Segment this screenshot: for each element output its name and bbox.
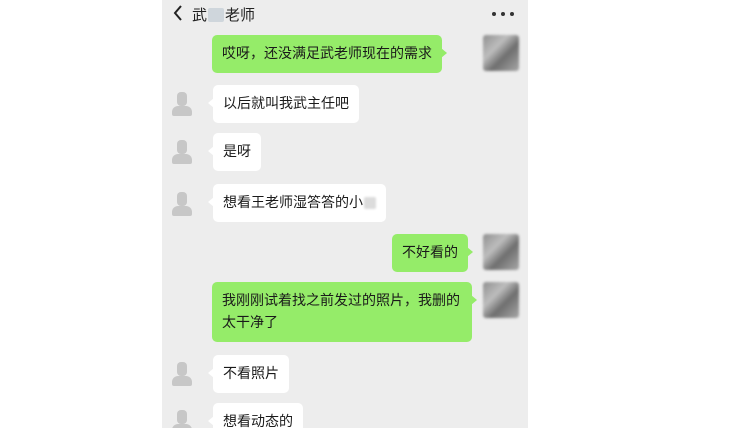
page: 武 老师 哎呀，还没满足武老师现在的需求 以后就叫我武主任吧 是呀 想看王老师湿…: [0, 0, 742, 428]
message-bubble-received[interactable]: 不看照片: [208, 355, 289, 393]
message-row: 哎呀，还没满足武老师现在的需求: [162, 32, 528, 76]
blurred-text: [364, 197, 376, 209]
my-avatar[interactable]: [483, 234, 519, 270]
message-row: 以后就叫我武主任吧: [162, 84, 528, 124]
more-options-button[interactable]: [492, 6, 514, 22]
contact-avatar[interactable]: [170, 360, 194, 390]
chevron-left-icon: [173, 5, 182, 21]
message-bubble-sent[interactable]: 我刚刚试着找之前发过的照片，我删的太干净了: [212, 282, 477, 342]
chat-title-prefix: 武: [192, 6, 208, 24]
message-bubble-received[interactable]: 想看动态的: [208, 403, 303, 428]
message-bubble-sent[interactable]: 哎呀，还没满足武老师现在的需求: [212, 35, 447, 73]
chat-title-suffix: 老师: [225, 6, 256, 24]
chat-title: 武 老师: [192, 4, 255, 25]
message-bubble-sent[interactable]: 不好看的: [392, 234, 473, 272]
message-bubble-received[interactable]: 想看王老师湿答答的小: [208, 184, 386, 222]
message-bubble-received[interactable]: 是呀: [208, 133, 261, 171]
message-text: 想看王老师湿答答的小: [223, 195, 363, 211]
my-avatar[interactable]: [483, 282, 519, 318]
message-row: 想看王老师湿答答的小: [162, 184, 528, 224]
message-row: 不好看的: [162, 232, 528, 276]
chat-screen: 武 老师 哎呀，还没满足武老师现在的需求 以后就叫我武主任吧 是呀 想看王老师湿…: [162, 0, 528, 428]
message-row: 是呀: [162, 132, 528, 172]
message-row: 想看动态的: [162, 402, 528, 428]
contact-avatar[interactable]: [170, 90, 194, 120]
message-bubble-received[interactable]: 以后就叫我武主任吧: [208, 85, 359, 123]
contact-avatar[interactable]: [170, 138, 194, 168]
my-avatar[interactable]: [483, 35, 519, 71]
contact-avatar[interactable]: [170, 190, 194, 220]
contact-avatar[interactable]: [170, 408, 194, 428]
chat-header: 武 老师: [162, 0, 528, 28]
message-row: 不看照片: [162, 354, 528, 394]
message-row: 我刚刚试着找之前发过的照片，我删的太干净了: [162, 280, 528, 346]
more-dots-icon: [492, 12, 496, 16]
redaction-mark: [208, 7, 225, 22]
back-button[interactable]: [168, 2, 188, 24]
